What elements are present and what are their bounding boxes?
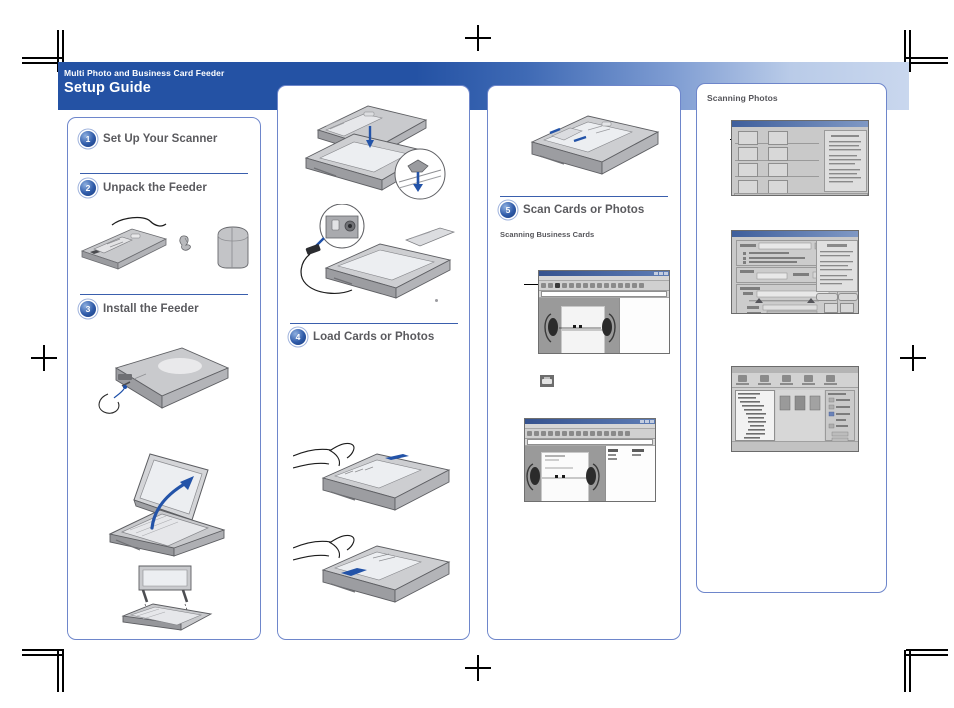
device-selector-bar[interactable] (734, 193, 868, 195)
scanner-cable-illustration (94, 346, 234, 424)
step-number-badge-4: 4 (290, 329, 306, 345)
step-1-set-up-your-scanner[interactable]: 1 Set Up Your Scanner (80, 131, 217, 147)
smart-panel-tile-slide-show[interactable] (738, 180, 758, 194)
options-field[interactable] (541, 291, 667, 297)
toolbar[interactable] (539, 281, 669, 291)
smart-panel-tile-email[interactable] (738, 147, 758, 161)
window-controls[interactable] (640, 420, 654, 423)
step-3-label: Install the Feeder (103, 303, 199, 315)
options-field[interactable] (527, 439, 653, 445)
status-bar (732, 441, 858, 451)
step-divider-3 (290, 323, 458, 324)
epson-smart-panel-window[interactable] (731, 120, 869, 196)
scanning-business-cards-subheading: Scanning Business Cards (500, 230, 595, 239)
step-number-badge-1: 1 (80, 131, 96, 147)
thumbnail-pane[interactable] (776, 390, 824, 441)
folder-tree-pane[interactable] (735, 390, 775, 441)
dialog-help-text (816, 240, 858, 292)
browser-toolbar[interactable] (732, 373, 858, 388)
window-body (525, 446, 655, 501)
smart-panel-tile-business-card[interactable] (768, 147, 788, 161)
dialog-body (732, 237, 858, 313)
window-titlebar (539, 271, 669, 276)
save-options-button[interactable] (816, 293, 838, 301)
results-pane[interactable] (604, 446, 655, 501)
options-pane[interactable] (825, 390, 855, 443)
window-controls[interactable] (654, 272, 668, 275)
window-body (732, 127, 868, 195)
save-file-settings-dialog[interactable] (731, 230, 859, 314)
smart-panel-tile-copy-center[interactable] (768, 131, 788, 145)
column-1-panel: 1 Set Up Your Scanner 2 Unpack the Feede… (67, 117, 261, 640)
scanning-photos-subheading: Scanning Photos (707, 93, 778, 103)
business-card-results-window[interactable] (524, 418, 656, 502)
lid-removal-illustration (113, 564, 223, 632)
options-bar[interactable] (525, 439, 655, 446)
step-divider-2 (80, 294, 248, 295)
smart-panel-tile-scan-to-file[interactable] (738, 131, 758, 145)
options-bar[interactable] (539, 291, 669, 298)
step-5-label: Scan Cards or Photos (523, 204, 645, 216)
setup-guide-page: Multi Photo and Business Card Feeder Set… (0, 0, 954, 708)
toolbar[interactable] (525, 429, 655, 439)
step-number-badge-3: 3 (80, 301, 96, 317)
step-number-badge-2: 2 (80, 180, 96, 196)
column-3-panel: 5 Scan Cards or Photos Scanning Business… (487, 85, 681, 640)
step-3-install-the-feeder[interactable]: 3 Install the Feeder (80, 301, 199, 317)
banner-subtitle: Multi Photo and Business Card Feeder (64, 68, 225, 78)
smart-panel-tile-presentation[interactable] (768, 180, 788, 194)
window-titlebar (525, 419, 655, 424)
results-pane[interactable] (618, 298, 669, 353)
cancel-button[interactable] (840, 303, 854, 313)
step-divider-1 (80, 173, 248, 174)
step-number-badge-5: 5 (500, 202, 516, 218)
scan-toolbar-icon (540, 375, 554, 387)
load-cards-hand-illustration (293, 434, 457, 518)
smart-panel-tile-scan-assistant[interactable] (768, 163, 788, 177)
load-photos-hand-illustration (293, 526, 457, 610)
column-4-panel: Scanning Photos (696, 83, 887, 593)
page-title: Setup Guide (64, 80, 151, 96)
step-5-scan-cards-or-photos[interactable]: 5 Scan Cards or Photos (500, 202, 644, 218)
scanner-lid-open-illustration (96, 448, 238, 558)
feeder-on-scanner-illustration (516, 104, 662, 186)
decorative-dot (435, 299, 438, 302)
step-1-label: Set Up Your Scanner (103, 133, 218, 145)
ok-button[interactable] (824, 303, 838, 313)
step-divider-4 (500, 196, 668, 197)
feeder-parts-illustration (74, 211, 254, 273)
step-4-label: Load Cards or Photos (313, 331, 435, 343)
step-4-load-cards-or-photos[interactable]: 4 Load Cards or Photos (290, 329, 434, 345)
connect-feeder-cable-illustration (294, 204, 458, 308)
business-card-scan-window[interactable] (538, 270, 670, 354)
step-2-unpack-the-feeder[interactable]: 2 Unpack the Feeder (80, 180, 207, 196)
column-2-panel: 4 Load Cards or Photos (277, 85, 470, 640)
preview-canvas[interactable] (525, 446, 605, 501)
window-body (732, 373, 858, 451)
photo-browser-window[interactable] (731, 366, 859, 452)
step-2-label: Unpack the Feeder (103, 182, 207, 194)
attach-feeder-illustration (296, 100, 456, 204)
smart-panel-tile-photo-print[interactable] (738, 163, 758, 177)
preview-canvas[interactable] (539, 298, 619, 353)
banner-text-block: Multi Photo and Business Card Feeder Set… (64, 67, 224, 97)
help-pane (824, 130, 867, 192)
reset-button[interactable] (838, 293, 858, 301)
window-body (539, 298, 669, 353)
